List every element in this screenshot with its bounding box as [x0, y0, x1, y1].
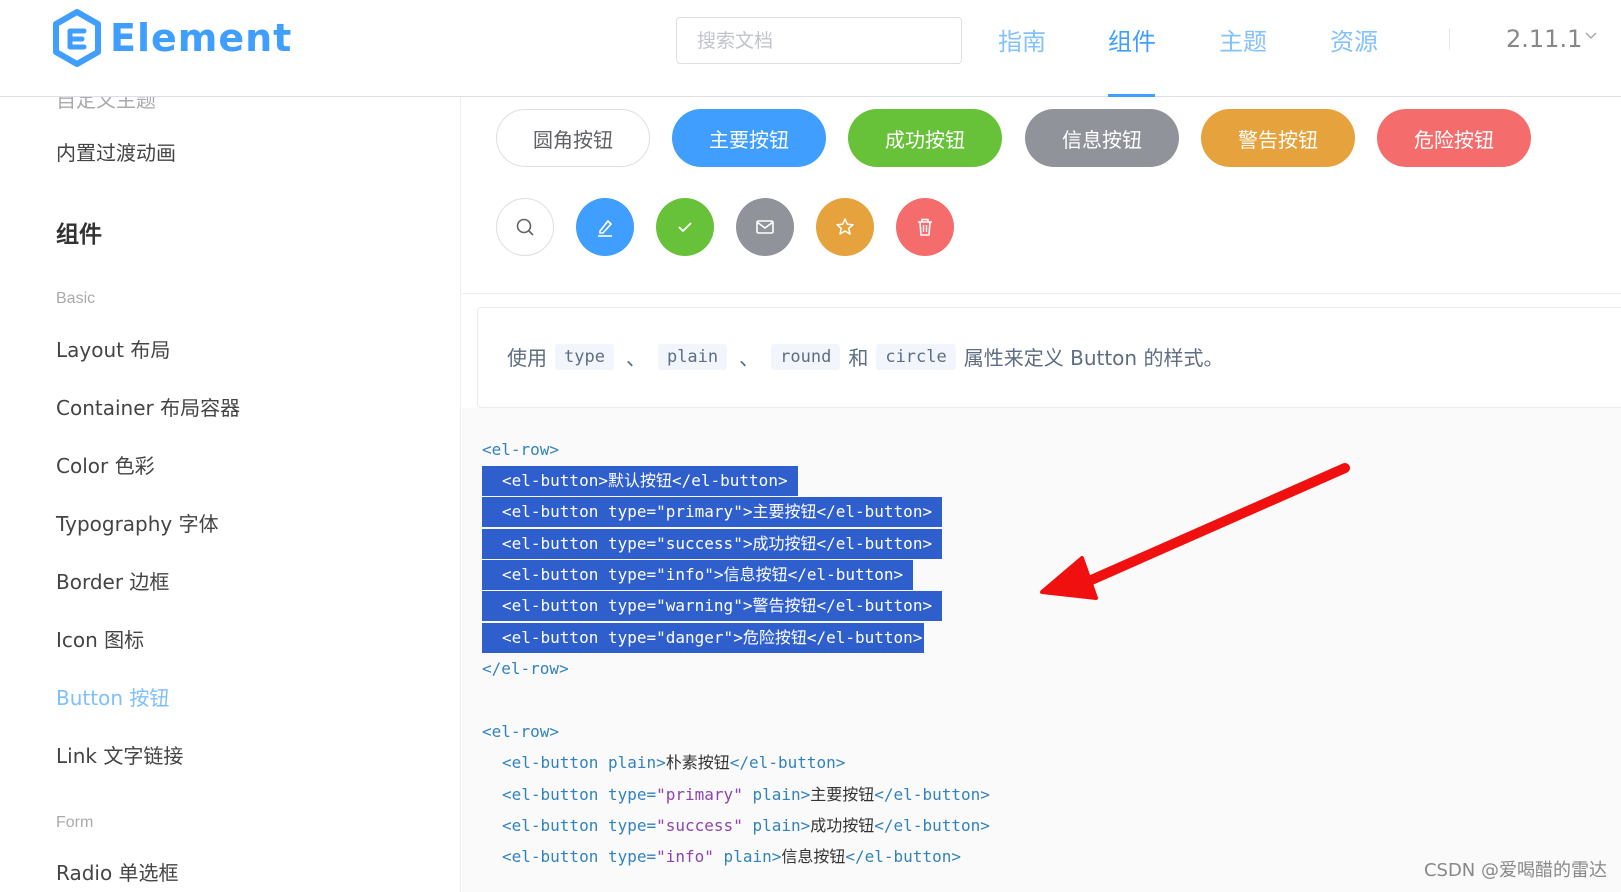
delete-icon: [918, 218, 932, 236]
chevron-down-icon[interactable]: [1583, 28, 1599, 44]
logo-text: Element: [110, 16, 293, 60]
nav-component[interactable]: 组件: [1108, 22, 1156, 57]
sidebar-item-typography[interactable]: Typography 字体: [56, 508, 219, 537]
element-logo[interactable]: Element: [52, 9, 292, 67]
code-row-open: <el-row>: [482, 722, 560, 741]
code-circle: circle: [876, 343, 956, 370]
circle-edit-button[interactable]: [576, 198, 634, 256]
circle-search-button[interactable]: [496, 198, 554, 256]
code-line-selected: <el-button type="warning">警告按钮</el-butto…: [482, 591, 943, 621]
circle-star-button[interactable]: [816, 198, 874, 256]
code-row-open: <el-row>: [482, 440, 560, 459]
check-icon: [678, 222, 692, 233]
sidebar-item-button[interactable]: Button 按钮: [56, 682, 169, 711]
code-line-selected: <el-button type="danger">危险按钮</el-button…: [482, 623, 925, 653]
nav-theme[interactable]: 主题: [1219, 22, 1267, 57]
sidebar-item-transition[interactable]: 内置过渡动画: [56, 137, 176, 166]
separator: 、: [739, 346, 760, 370]
message-icon: [756, 220, 774, 234]
sidebar-category-form: Form: [56, 814, 94, 831]
nav-guide[interactable]: 指南: [998, 22, 1046, 57]
code-line-selected: <el-button>默认按钮</el-button>: [482, 466, 798, 496]
circle-delete-button[interactable]: [896, 198, 954, 256]
code-line: <el-button type="success" plain>成功按钮</el…: [502, 816, 990, 835]
demo-description: 使用 type 、 plain 、 round 和 circle 属性来定义 B…: [477, 307, 1621, 408]
element-logo-icon: [53, 9, 101, 67]
edit-icon: [598, 219, 613, 237]
search-input[interactable]: [676, 17, 962, 64]
sidebar-item-icon[interactable]: Icon 图标: [56, 624, 144, 653]
description-suffix: 属性来定义 Button 的样式。: [963, 346, 1224, 370]
sidebar-item-container[interactable]: Container 布局容器: [56, 392, 240, 421]
sidebar-item-custom-theme[interactable]: 自定义主题: [56, 97, 156, 113]
sidebar-item-color[interactable]: Color 色彩: [56, 450, 155, 479]
round-danger-button[interactable]: 危险按钮: [1377, 109, 1531, 167]
code-line: <el-button type="info" plain>信息按钮</el-bu…: [502, 847, 961, 866]
sidebar-item-link[interactable]: Link 文字链接: [56, 740, 183, 769]
separator: 、: [625, 346, 646, 370]
circle-message-button[interactable]: [736, 198, 794, 256]
sidebar: 自定义主题 内置过渡动画 组件 Basic Layout 布局 Containe…: [0, 97, 461, 892]
code-plain: plain: [657, 343, 728, 370]
code-line-selected: <el-button type="info">信息按钮</el-button>: [482, 560, 914, 590]
round-warning-button[interactable]: 警告按钮: [1201, 109, 1355, 167]
code-line: <el-button plain>朴素按钮</el-button>: [502, 753, 846, 772]
description-and: 和: [848, 346, 869, 370]
round-primary-button[interactable]: 主要按钮: [672, 109, 826, 167]
sidebar-item-radio[interactable]: Radio 单选框: [56, 857, 179, 886]
code-line: <el-button type="primary" plain>主要按钮</el…: [502, 785, 990, 804]
code-line-selected: <el-button type="primary">主要按钮</el-butto…: [482, 497, 943, 527]
csdn-watermark: CSDN @爱喝醋的雷达: [1423, 860, 1607, 881]
search-icon: [516, 218, 534, 236]
sidebar-group-component: 组件: [56, 222, 102, 248]
version-select[interactable]: 2.11.1: [1506, 25, 1582, 53]
star-icon: [836, 218, 854, 235]
round-success-button[interactable]: 成功按钮: [848, 109, 1002, 167]
sidebar-category-basic: Basic: [56, 290, 96, 307]
circle-check-button[interactable]: [656, 198, 714, 256]
sidebar-item-border[interactable]: Border 边框: [56, 566, 169, 595]
description-text: 使用 type 、 plain 、 round 和 circle 属性来定义 B…: [507, 342, 1223, 371]
code-round: round: [771, 343, 841, 370]
round-info-button[interactable]: 信息按钮: [1025, 109, 1179, 167]
code-row-close: </el-row>: [482, 659, 569, 678]
sidebar-item-layout[interactable]: Layout 布局: [56, 334, 170, 363]
button-demo: 圆角按钮 主要按钮 成功按钮 信息按钮 警告按钮 危险按钮: [462, 97, 1621, 294]
top-header: Element 指南 组件 主题 资源 2.11.1: [0, 0, 1621, 97]
code-line-selected: <el-button type="success">成功按钮</el-butto…: [482, 529, 943, 559]
nav-resource[interactable]: 资源: [1330, 22, 1378, 57]
description-prefix: 使用: [507, 346, 547, 370]
round-default-button[interactable]: 圆角按钮: [496, 109, 650, 167]
code-type: type: [555, 343, 614, 370]
nav-divider: [1449, 28, 1450, 50]
code-block[interactable]: <el-row> <el-button>默认按钮</el-button> <el…: [462, 408, 1621, 892]
